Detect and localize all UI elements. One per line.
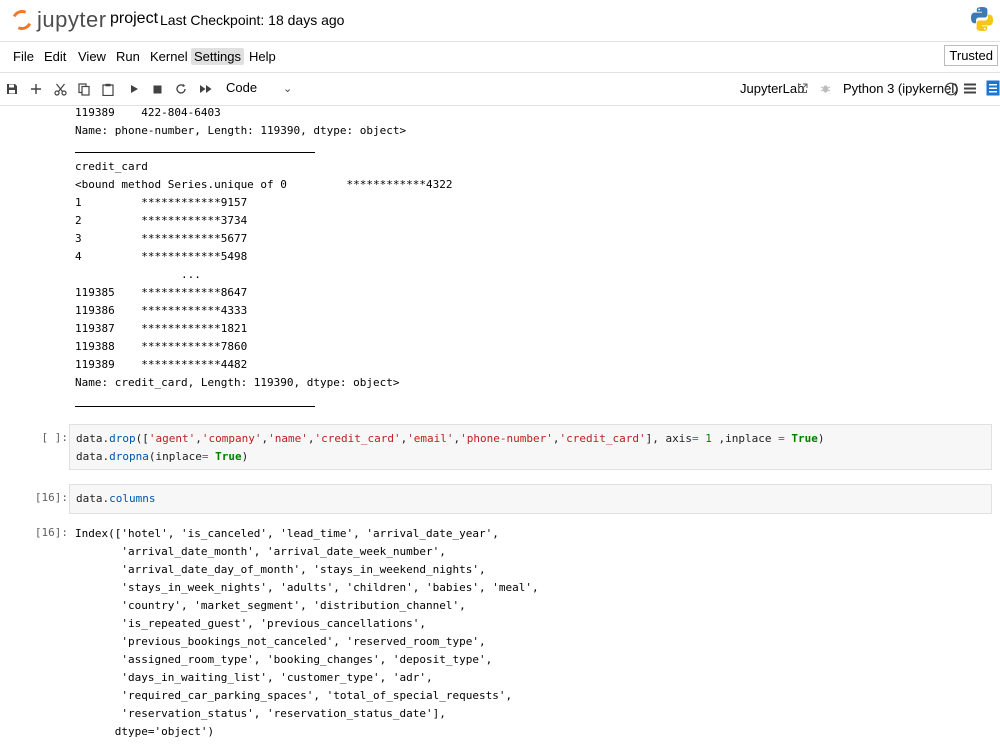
kernel-idle-icon — [944, 82, 958, 96]
menu-icon[interactable] — [964, 83, 976, 94]
output-prompt: [16]: — [34, 526, 68, 539]
external-link-icon[interactable] — [797, 83, 808, 94]
output-divider — [75, 406, 315, 407]
open-jupyterlab-link[interactable]: JupyterLab — [740, 81, 804, 96]
paste-icon[interactable] — [98, 79, 118, 99]
debugger-icon[interactable] — [820, 83, 831, 94]
code-editor[interactable]: data.drop(['agent','company','name','cre… — [76, 430, 985, 466]
jupyter-ring-icon — [9, 7, 35, 33]
menu-settings[interactable]: Settings — [191, 48, 244, 65]
menu-bar: File Edit View Run Kernel Settings Help … — [0, 41, 1000, 73]
stop-icon[interactable] — [147, 79, 167, 99]
cell-prompt: [16]: — [34, 491, 68, 504]
checkpoint-status: Last Checkpoint: 18 days ago — [160, 12, 345, 28]
output-columns: Index(['hotel', 'is_canceled', 'lead_tim… — [75, 527, 539, 738]
cell-prompt: [ ]: — [41, 431, 69, 444]
notebook-content: 119389 422-804-6403 Name: phone-number, … — [0, 106, 1000, 750]
menu-kernel[interactable]: Kernel — [147, 48, 191, 65]
menu-help[interactable]: Help — [246, 48, 279, 65]
copy-icon[interactable] — [74, 79, 94, 99]
code-editor[interactable]: data.columns — [76, 490, 985, 508]
save-icon[interactable] — [2, 79, 22, 99]
kernel-name[interactable]: Python 3 (ipykernel) — [843, 81, 959, 96]
restart-icon[interactable] — [171, 79, 191, 99]
jupyter-logo-text: jupyter — [37, 7, 107, 32]
python-logo-icon — [971, 7, 993, 31]
trusted-indicator[interactable]: Trusted — [944, 45, 998, 66]
property-inspector-icon[interactable] — [986, 80, 1000, 96]
output-phone-number: 119389 422-804-6403 Name: phone-number, … — [75, 106, 407, 137]
code-cell-drop[interactable]: data.drop(['agent','company','name','cre… — [69, 424, 992, 470]
notebook-header: jupyter project Last Checkpoint: 18 days… — [0, 0, 1000, 40]
menu-run[interactable]: Run — [113, 48, 143, 65]
menu-view[interactable]: View — [75, 48, 109, 65]
notebook-name[interactable]: project — [110, 10, 158, 28]
menu-file[interactable]: File — [10, 48, 37, 65]
cell-type-select[interactable]: Code — [226, 80, 257, 95]
chevron-down-icon[interactable]: ⌄ — [283, 82, 292, 95]
fast-forward-icon[interactable] — [196, 79, 216, 99]
output-divider — [75, 152, 315, 153]
add-cell-icon[interactable] — [26, 79, 46, 99]
menu-edit[interactable]: Edit — [41, 48, 69, 65]
output-credit-card: credit_card <bound method Series.unique … — [75, 160, 453, 389]
cut-icon[interactable] — [50, 79, 70, 99]
jupyter-logo[interactable]: jupyter — [9, 6, 107, 34]
run-icon[interactable] — [124, 79, 144, 99]
notebook-toolbar: Code ⌄ JupyterLab Python 3 (ipykernel) — [0, 73, 1000, 106]
code-cell-columns[interactable]: data.columns — [69, 484, 992, 514]
